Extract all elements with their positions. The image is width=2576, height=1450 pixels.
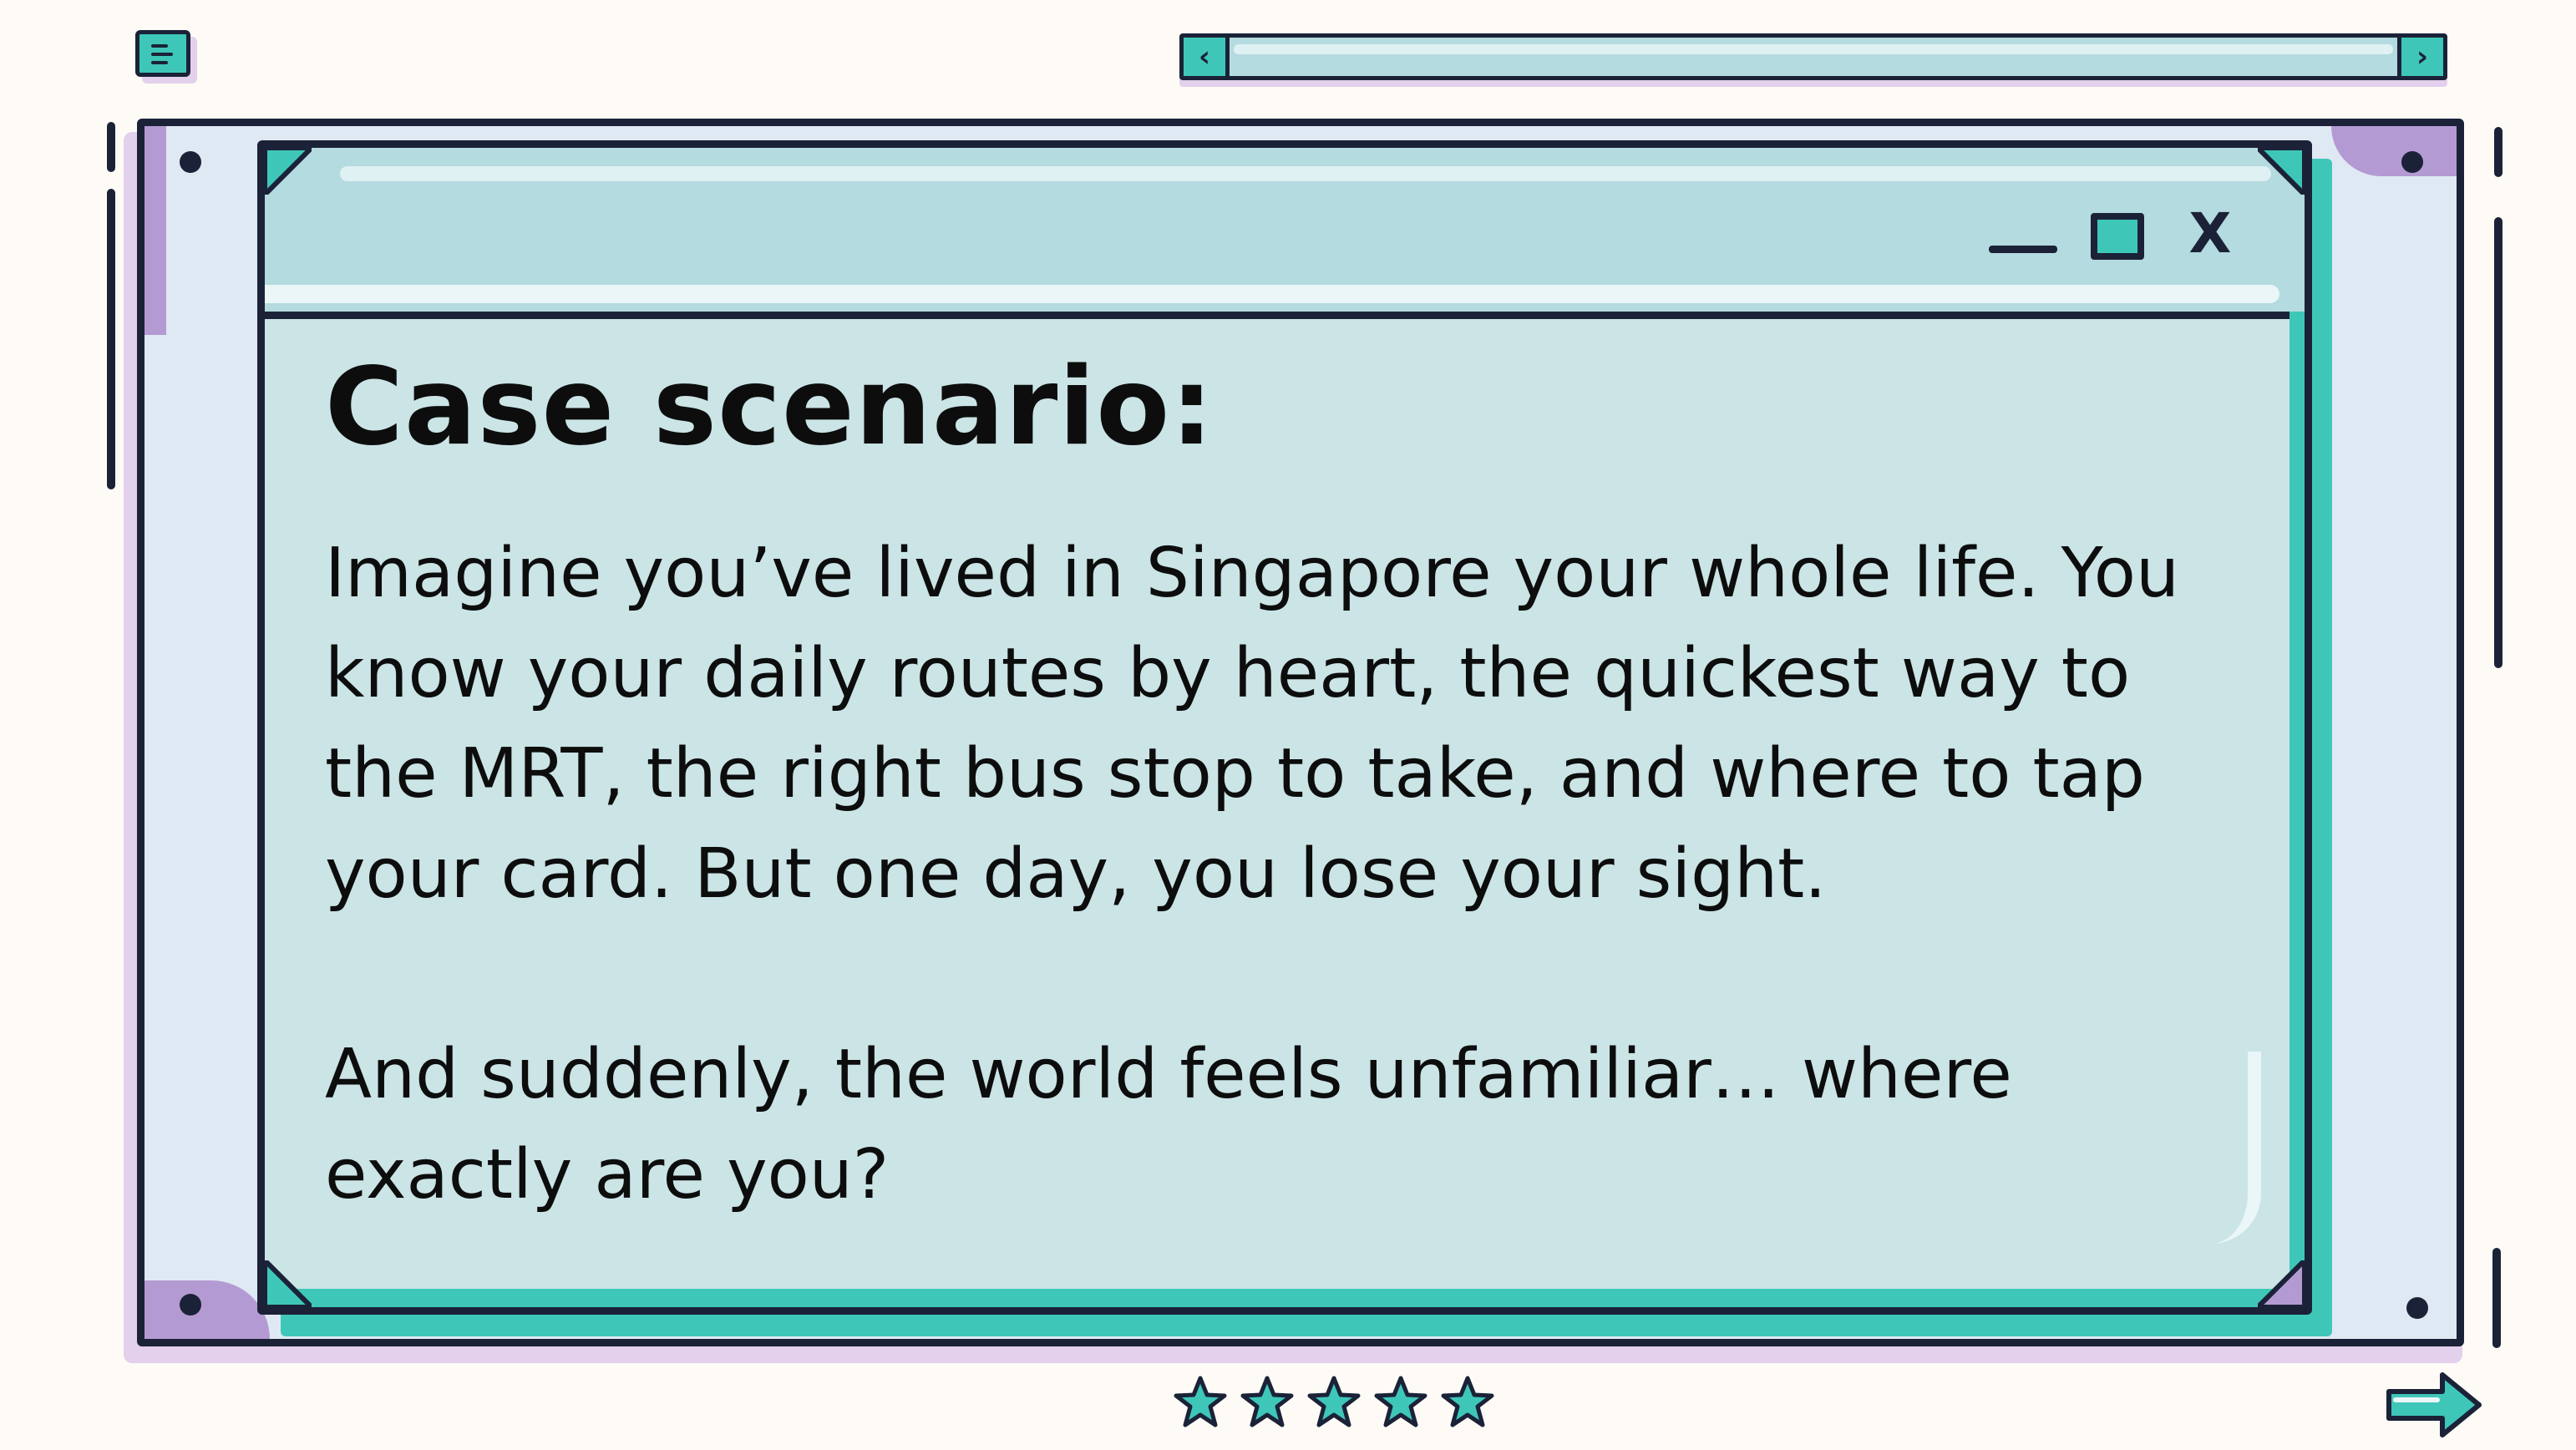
decorative-line	[2494, 127, 2502, 177]
corner-decoration	[265, 148, 312, 195]
decorative-line	[2494, 217, 2502, 668]
text-line: And suddenly, the world feels unfamiliar…	[325, 1035, 2012, 1114]
text-line: exactly are you?	[325, 1135, 890, 1214]
decorative-line	[107, 189, 115, 489]
close-icon[interactable]: X	[2184, 206, 2236, 261]
star-icon[interactable]	[1306, 1375, 1362, 1430]
text-line: know your daily routes by heart, the qui…	[325, 634, 2131, 713]
chevron-right-icon[interactable]: ›	[2397, 38, 2443, 76]
frame-dot	[180, 151, 201, 173]
corner-decoration	[2258, 148, 2305, 195]
decorative-line	[107, 122, 115, 172]
star-icon[interactable]	[1173, 1375, 1228, 1430]
menu-icon[interactable]	[135, 30, 190, 77]
text-line: the MRT, the right bus stop to take, and…	[325, 734, 2145, 814]
chevron-left-icon[interactable]: ‹	[1184, 38, 1230, 76]
corner-decoration	[2258, 1260, 2305, 1307]
text-line: your card. But one day, you lose your si…	[325, 834, 1827, 914]
star-icon[interactable]	[1440, 1375, 1495, 1430]
window-content: Case scenario: Imagine you’ve lived in S…	[325, 345, 2221, 1225]
arrow-right-icon[interactable]	[2384, 1370, 2484, 1440]
frame-dot	[2401, 151, 2423, 173]
scrollbar-track[interactable]	[1234, 44, 2393, 54]
frame-dot	[2406, 1297, 2428, 1319]
scenario-paragraph-2: And suddenly, the world feels unfamiliar…	[325, 1025, 2221, 1225]
text-line: Imagine you’ve lived in Singapore your w…	[325, 534, 2179, 613]
window-titlebar[interactable]: X	[265, 148, 2305, 319]
content-window: X Case scenario: Imagine you’ve lived in…	[257, 140, 2312, 1315]
maximize-icon[interactable]	[2091, 213, 2144, 260]
star-icon[interactable]	[1373, 1375, 1428, 1430]
top-scrollbar[interactable]: ‹ ›	[1179, 33, 2447, 80]
scenario-paragraph-1: Imagine you’ve lived in Singapore your w…	[325, 524, 2221, 925]
frame-dot	[180, 1294, 201, 1316]
page-title: Case scenario:	[325, 345, 1214, 469]
star-rating	[1173, 1375, 1507, 1435]
decorative-line	[2492, 1248, 2501, 1348]
star-icon[interactable]	[1240, 1375, 1295, 1430]
minimize-icon[interactable]	[1989, 213, 2057, 260]
corner-decoration	[265, 1260, 312, 1307]
